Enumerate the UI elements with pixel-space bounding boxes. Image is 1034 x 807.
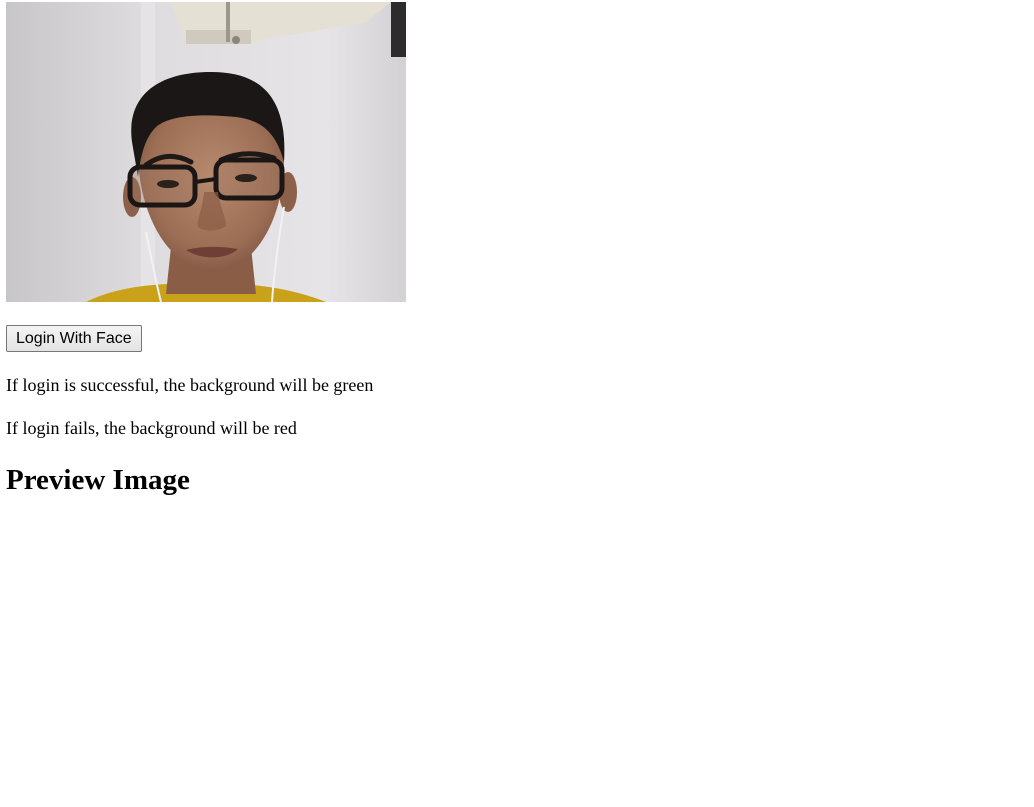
success-note: If login is successful, the background w… (6, 375, 374, 395)
fail-note: If login fails, the background will be r… (6, 418, 297, 438)
login-with-face-button[interactable]: Login With Face (6, 325, 142, 352)
page: Login With Face If login is successful, … (0, 0, 1034, 807)
webcam-video (6, 2, 406, 302)
preview-image-heading: Preview Image (6, 464, 190, 496)
